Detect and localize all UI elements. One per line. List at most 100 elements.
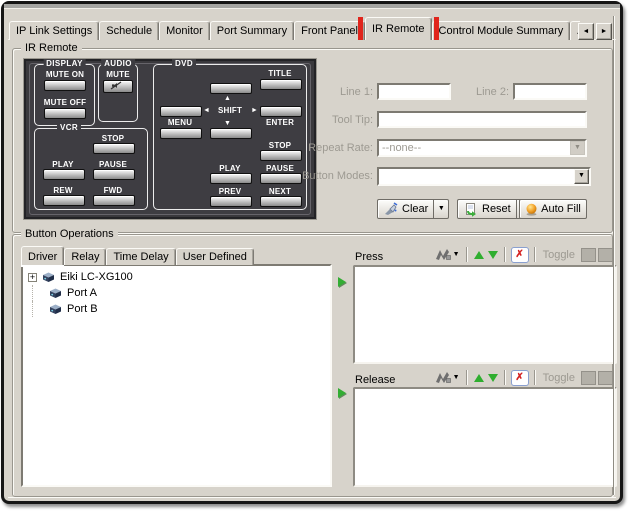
remote-audio-mute-label: MUTE [96,70,140,79]
tooltip-input[interactable] [377,111,587,128]
ir-remote-groupbox: IR Remote DISPLAY MUTE ON MUTE OFF AUDIO… [12,48,613,233]
remote-dvd-title-button[interactable] [260,79,302,90]
repeat-rate-label: Repeat Rate: [291,142,373,154]
remote-vcr-play-button[interactable] [43,169,85,180]
auto-fill-ball-icon [525,203,538,216]
remote-audio-group: AUDIO MUTE [98,64,138,122]
tree-item-eiki[interactable]: + Eiki LC-XG100 [25,269,328,285]
toolbar-separator [466,370,468,385]
device-icon [48,287,63,299]
toolbar-separator [466,247,468,262]
window-inner-right-edge [613,16,615,495]
remote-vcr-stop-button[interactable] [93,143,135,154]
remote-dvd-title-label: TITLE [258,69,302,78]
release-label: Release [355,374,395,386]
auto-fill-button[interactable]: Auto Fill [519,199,587,219]
press-assign-macro-button[interactable]: ▼ [434,246,461,263]
line2-input[interactable] [513,83,587,100]
tree-item-port-b[interactable]: Port B [25,301,328,317]
release-toggle-square-2[interactable] [598,371,613,385]
release-toolbar: ▼ ✗ Toggle [413,368,613,387]
button-modes-label: Button Modes: [283,170,373,182]
tab-scroll-buttons: ◄ ► [578,23,612,40]
button-modes-combo[interactable]: ▼ [377,167,591,186]
repeat-rate-combo[interactable]: --none-- ▼ [377,139,587,157]
toolbar-separator [534,247,536,262]
tab-scroll-right-icon[interactable]: ► [596,23,612,40]
tree-item-port-a[interactable]: Port A [25,285,328,301]
remote-mute-off-label: MUTE OFF [43,98,87,107]
release-assign-macro-button[interactable]: ▼ [434,369,461,386]
release-delete-button[interactable]: ✗ [511,370,529,386]
main-tabstrip: IP Link Settings Schedule Monitor Port S… [9,17,580,40]
button-operations-group-label: Button Operations [21,228,118,240]
tab-port-summary[interactable]: Port Summary [210,21,294,40]
remote-dvd-prev-button[interactable] [210,196,252,207]
remote-dvd-next-button[interactable] [260,196,302,207]
tab-front-panel[interactable]: Front Panel [294,21,365,40]
driver-tree[interactable]: + Eiki LC-XG100 [21,264,332,487]
press-delete-button[interactable]: ✗ [511,247,529,263]
add-to-release-arrow-icon[interactable] [338,388,346,398]
tree-connector [32,301,48,317]
expand-plus-icon[interactable]: + [28,273,37,282]
tab-ir-remote[interactable]: IR Remote [365,17,432,40]
remote-audio-mute-button[interactable] [103,80,133,93]
press-toolbar: ▼ ✗ Toggle [413,245,613,264]
clear-button[interactable]: Clear [377,199,434,219]
remote-vcr-pause-button[interactable] [93,169,135,180]
remote-dvd-next-label: NEXT [258,187,302,196]
tab-user-defined[interactable]: User Defined [176,248,254,265]
add-to-press-arrow-icon[interactable] [338,277,346,287]
remote-vcr-rew-label: REW [41,186,85,195]
release-toggle-square-1[interactable] [581,371,596,385]
release-move-up-button[interactable] [473,369,485,386]
move-down-icon [488,374,498,382]
clear-dropdown-icon[interactable]: ▼ [434,199,449,219]
move-up-icon [474,251,484,259]
press-operations-list[interactable] [353,265,617,364]
clear-brush-icon [383,202,398,216]
screenshot-stage: IP Link Settings Schedule Monitor Port S… [0,0,630,519]
remote-vcr-fwd-button[interactable] [93,195,135,206]
remote-dvd-left-button[interactable] [160,106,202,117]
remote-vcr-rew-button[interactable] [43,195,85,206]
tab-schedule[interactable]: Schedule [99,21,159,40]
button-operations-groupbox: Button Operations Driver Relay Time Dela… [12,234,613,497]
tooltip-label: Tool Tip: [311,114,373,126]
press-toggle-square-2[interactable] [598,248,613,262]
press-macro-dropdown-icon[interactable]: ▼ [453,251,460,258]
press-move-up-button[interactable] [473,246,485,263]
tab-monitor[interactable]: Monitor [159,21,210,40]
remote-dvd-group: DVD TITLE ▲ ◄ SHIFT ► MENU ENTER ▼ STOP [153,64,307,210]
press-move-down-button[interactable] [487,246,499,263]
repeat-rate-dropdown-icon[interactable]: ▼ [570,141,585,155]
tab-control-module-summary[interactable]: Control Module Summary [432,21,571,40]
macro-icon [435,248,451,261]
remote-dvd-down-button[interactable] [210,128,252,139]
tab-time-delay[interactable]: Time Delay [106,248,175,265]
remote-dvd-up-button[interactable] [210,83,252,94]
press-toggle-square-1[interactable] [581,248,596,262]
reset-button[interactable]: Reset [457,199,517,219]
tab-driver[interactable]: Driver [21,246,64,265]
device-icon [48,303,63,315]
release-operations-list[interactable] [353,387,617,487]
tab-scroll-left-icon[interactable]: ◄ [578,23,594,40]
button-modes-dropdown-icon[interactable]: ▼ [574,169,589,184]
release-macro-dropdown-icon[interactable]: ▼ [453,374,460,381]
tab-ip-link-settings[interactable]: IP Link Settings [9,21,99,40]
toolbar-separator [504,370,506,385]
remote-dvd-play-button[interactable] [210,173,252,184]
auto-fill-button-label: Auto Fill [541,203,581,215]
remote-mute-off-button[interactable] [44,108,86,119]
remote-dvd-menu-button[interactable] [160,128,202,139]
tree-item-label: Eiki LC-XG100 [60,271,133,283]
release-move-down-button[interactable] [487,369,499,386]
remote-mute-on-button[interactable] [44,80,86,91]
toolbar-separator [534,370,536,385]
line1-input[interactable] [377,83,451,100]
clear-split-button: Clear ▼ [377,199,449,219]
tab-relay[interactable]: Relay [64,248,106,265]
remote-dvd-enter-button[interactable] [260,106,302,117]
